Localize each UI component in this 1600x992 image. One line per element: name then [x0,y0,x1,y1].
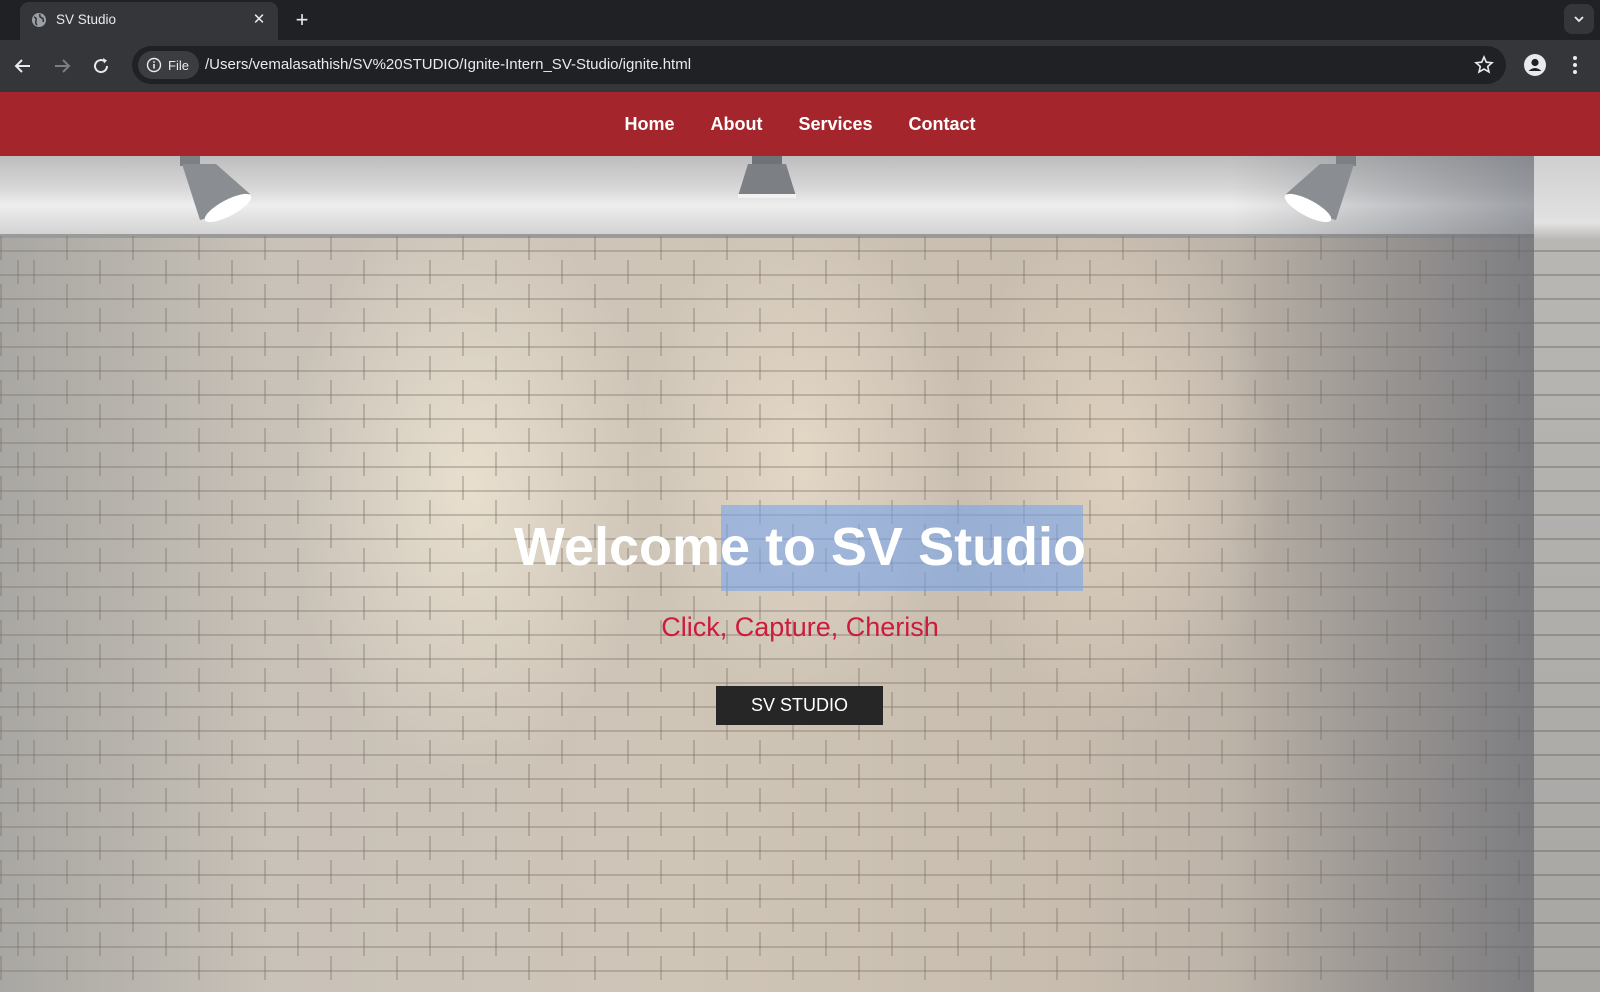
hero-cta-button[interactable]: SV STUDIO [716,686,883,725]
browser-toolbar: File /Users/vemalasathish/SV%20STUDIO/Ig… [0,40,1600,92]
star-icon [1474,55,1494,74]
hero-tagline: Click, Capture, Cherish [661,612,939,642]
bookmark-button[interactable] [1474,55,1494,75]
profile-icon [1524,54,1546,76]
page-viewport: Home About Services Contact Welcome to S… [0,92,1600,992]
back-button[interactable] [11,54,35,78]
site-chip-label: File [168,57,189,73]
browser-menu-button[interactable] [1565,53,1585,77]
info-icon [146,57,162,73]
tab-strip: SV Studio ✕ + [0,0,1600,40]
hero-title: Welcome to SV Studio [513,517,1087,577]
tab-search-button[interactable] [1564,4,1594,34]
reload-button[interactable] [89,54,113,78]
more-vertical-icon [1573,56,1577,74]
site-navbar: Home About Services Contact [0,92,1600,156]
tab-title: SV Studio [56,12,117,27]
nav-services-link[interactable]: Services [798,114,872,135]
new-tab-button[interactable]: + [288,6,316,34]
globe-icon [32,13,46,27]
spotlight-icon [180,156,252,222]
nav-home-link[interactable]: Home [624,114,674,135]
address-bar[interactable]: File /Users/vemalasathish/SV%20STUDIO/Ig… [132,46,1506,84]
forward-button[interactable] [50,54,74,78]
spotlight-icon [1284,156,1356,222]
chevron-down-icon [1574,16,1584,23]
forward-arrow-icon [55,59,71,73]
url-text[interactable]: /Users/vemalasathish/SV%20STUDIO/Ignite-… [205,56,691,73]
reload-icon [94,58,109,74]
spotlight-icon [738,156,796,198]
profile-button[interactable] [1523,53,1547,77]
nav-contact-link[interactable]: Contact [909,114,976,135]
site-info-chip[interactable]: File [138,51,199,79]
nav-about-link[interactable]: About [710,114,762,135]
browser-tab[interactable]: SV Studio ✕ [20,2,278,40]
back-arrow-icon [14,59,30,73]
close-tab-icon[interactable]: ✕ [250,11,268,29]
